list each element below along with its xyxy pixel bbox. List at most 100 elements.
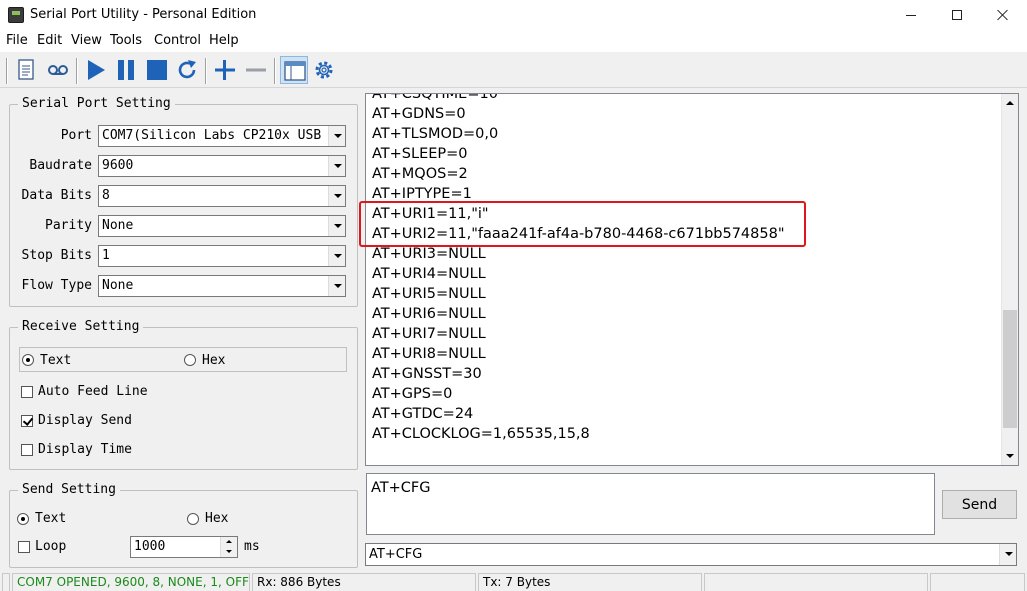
port-select[interactable]: COM7(Silicon Labs CP210x USB to UART Bri… [98, 125, 346, 147]
new-log-button[interactable] [12, 56, 40, 84]
auto-feed-line-label: Auto Feed Line [38, 384, 148, 399]
scroll-down-icon[interactable] [1002, 448, 1018, 464]
toolbar [0, 52, 1027, 88]
receive-line: AT+MQOS=2 [372, 166, 468, 182]
stop-bits-label: Stop Bits [21, 248, 92, 263]
title-bar: Serial Port Utility - Personal Edition [0, 0, 1027, 30]
baudrate-select[interactable]: 9600 [98, 155, 346, 177]
port-label: Port [60, 128, 92, 143]
receive-line: AT+GTDC=24 [372, 406, 474, 422]
receive-line: AT+URI6=NULL [372, 306, 486, 322]
minimize-icon [906, 14, 916, 16]
status-pane-empty [704, 573, 928, 591]
send-text-radio[interactable] [17, 513, 29, 525]
data-bits-select[interactable]: 8 [98, 185, 346, 207]
receive-line: AT+GPS=0 [372, 386, 453, 402]
remove-button[interactable] [242, 56, 270, 84]
display-time-label: Display Time [38, 442, 132, 457]
send-history-select[interactable]: AT+CFG [365, 543, 1017, 566]
send-text-label: Text [35, 511, 67, 526]
chevron-down-icon[interactable] [328, 216, 345, 236]
receive-line: AT+URI8=NULL [372, 346, 486, 362]
receive-text-area[interactable]: AT+CSQTIME=10 AT+GDNS=0 AT+TLSMOD=0,0 AT+SL… [365, 93, 1019, 466]
record-button[interactable] [44, 56, 72, 84]
send-input[interactable]: AT+CFG [366, 473, 935, 535]
pause-button[interactable] [112, 56, 140, 84]
add-icon [215, 60, 235, 80]
chevron-down-icon[interactable] [328, 156, 345, 176]
tx-count: Tx: 7 Bytes [478, 573, 702, 591]
view-icon [284, 61, 306, 81]
menu-view[interactable]: View [71, 33, 102, 48]
loop-interval-spinbox[interactable]: 1000 [130, 536, 238, 558]
chevron-down-icon[interactable] [328, 276, 345, 296]
receive-line: AT+URI7=NULL [372, 326, 486, 342]
data-bits-value: 8 [102, 188, 110, 203]
loop-interval-value: 1000 [134, 539, 166, 554]
auto-feed-line-checkbox[interactable] [21, 386, 33, 398]
flow-type-label: Flow Type [21, 278, 92, 293]
chevron-down-icon[interactable] [999, 544, 1016, 565]
scroll-up-icon[interactable] [1002, 96, 1018, 112]
send-hex-radio[interactable] [187, 513, 199, 525]
chevron-down-icon[interactable] [328, 246, 345, 266]
stop-button[interactable] [143, 56, 171, 84]
settings-button[interactable] [310, 56, 338, 84]
baudrate-label: Baudrate [29, 158, 92, 173]
chevron-down-icon[interactable] [328, 126, 345, 146]
send-button[interactable]: Send [942, 490, 1017, 519]
stop-bits-select[interactable]: 1 [98, 245, 346, 267]
receive-hex-radio[interactable] [184, 354, 196, 366]
parity-select[interactable]: None [98, 215, 346, 237]
vertical-scrollbar[interactable] [1001, 94, 1018, 465]
view-button[interactable] [280, 56, 308, 84]
interval-unit-label: ms [244, 539, 260, 554]
menu-file[interactable]: File [6, 33, 28, 48]
receive-text-radio[interactable] [22, 354, 34, 366]
receive-line: AT+URI3=NULL [372, 246, 486, 262]
close-button[interactable] [980, 0, 1026, 30]
flow-type-value: None [102, 278, 134, 293]
parity-value: None [102, 218, 134, 233]
close-icon [997, 9, 1009, 21]
receive-line: AT+SLEEP=0 [372, 146, 468, 162]
chevron-down-icon[interactable] [328, 186, 345, 206]
record-icon [48, 65, 68, 75]
maximize-button[interactable] [934, 0, 980, 30]
remove-icon [246, 68, 266, 72]
flow-type-select[interactable]: None [98, 275, 346, 297]
baudrate-value: 9600 [102, 158, 134, 173]
window-title: Serial Port Utility - Personal Edition [30, 7, 257, 22]
group-title: Serial Port Setting [18, 96, 175, 111]
receive-line: AT+URI5=NULL [372, 286, 486, 302]
scrollbar-thumb[interactable] [1003, 310, 1017, 428]
highlight-annotation [359, 201, 806, 247]
send-history-value: AT+CFG [369, 547, 423, 562]
receive-line: AT+GNSST=30 [372, 366, 482, 382]
receive-hex-label: Hex [202, 353, 226, 368]
menu-tools[interactable]: Tools [110, 33, 142, 48]
refresh-button[interactable] [173, 56, 201, 84]
loop-label: Loop [35, 539, 67, 554]
play-button[interactable] [82, 56, 110, 84]
settings-icon [315, 61, 333, 79]
refresh-icon [178, 60, 196, 79]
display-time-checkbox[interactable] [21, 444, 33, 456]
toolbar-separator [6, 58, 8, 84]
menu-edit[interactable]: Edit [37, 33, 62, 48]
menu-bar: File Edit View Tools Control Help [0, 30, 1027, 52]
display-send-checkbox[interactable] [21, 415, 33, 427]
maximize-icon [952, 10, 962, 20]
data-bits-label: Data Bits [21, 188, 92, 203]
loop-checkbox[interactable] [18, 541, 30, 553]
pause-icon [118, 60, 134, 80]
add-button[interactable] [211, 56, 239, 84]
spinner-buttons[interactable] [220, 537, 237, 557]
display-send-label: Display Send [38, 413, 132, 428]
receive-line: AT+CLOCKLOG=1,65535,15,8 [372, 426, 590, 442]
minimize-button[interactable] [888, 0, 934, 30]
menu-help[interactable]: Help [209, 33, 239, 48]
status-grip [2, 573, 10, 591]
menu-control[interactable]: Control [154, 33, 201, 48]
toolbar-separator [274, 58, 276, 84]
